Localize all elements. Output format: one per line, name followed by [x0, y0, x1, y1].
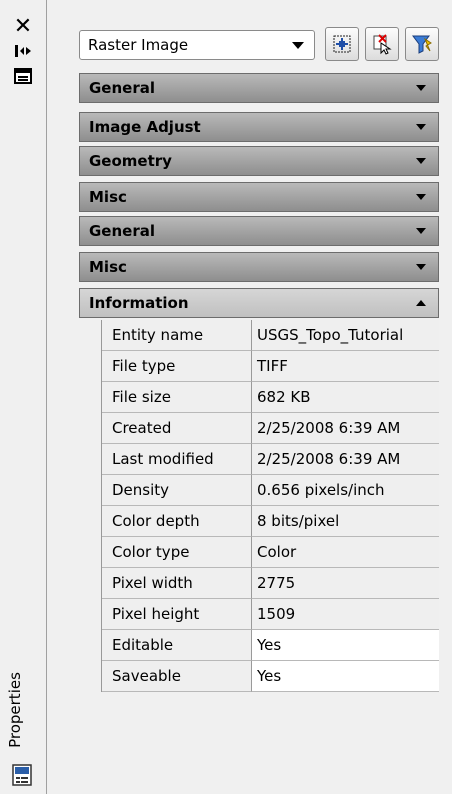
chevron-up-icon — [416, 300, 426, 306]
property-value[interactable]: 682 KB — [252, 382, 439, 413]
chevron-down-icon — [416, 85, 426, 91]
section-image-adjust[interactable]: Image Adjust — [79, 112, 439, 142]
chevron-down-icon — [416, 264, 426, 270]
section-misc[interactable]: Misc — [79, 182, 439, 212]
property-name: File size — [102, 382, 252, 413]
section-label: Misc — [89, 258, 127, 276]
property-value[interactable]: 2/25/2008 6:39 AM — [252, 413, 439, 444]
property-name: File type — [102, 351, 252, 382]
section-general-2[interactable]: General — [79, 216, 439, 246]
properties-menu-icon[interactable] — [8, 63, 38, 89]
table-row[interactable]: File type TIFF — [102, 351, 439, 382]
properties-panel: Raster Image General Image Adjust Geomet… — [46, 0, 452, 794]
property-name: Pixel width — [102, 568, 252, 599]
table-row[interactable]: Editable Yes — [102, 630, 439, 661]
table-row[interactable]: Color type Color — [102, 537, 439, 568]
property-name: Last modified — [102, 444, 252, 475]
chevron-down-icon — [292, 42, 304, 49]
palette-title: Properties — [2, 660, 28, 760]
chevron-down-icon — [416, 124, 426, 130]
quick-select-icon — [412, 35, 432, 54]
property-name: Density — [102, 475, 252, 506]
table-row[interactable]: Pixel height 1509 — [102, 599, 439, 630]
chevron-down-icon — [416, 194, 426, 200]
table-row[interactable]: Color depth 8 bits/pixel — [102, 506, 439, 537]
toggle-pickadd-icon — [333, 35, 351, 53]
table-row[interactable]: Created 2/25/2008 6:39 AM — [102, 413, 439, 444]
section-general[interactable]: General — [79, 73, 439, 103]
select-objects-icon — [373, 34, 392, 55]
table-row[interactable]: Last modified 2/25/2008 6:39 AM — [102, 444, 439, 475]
property-value[interactable]: TIFF — [252, 351, 439, 382]
table-row[interactable]: Saveable Yes — [102, 661, 439, 692]
property-value[interactable]: 1509 — [252, 599, 439, 630]
property-value[interactable]: 8 bits/pixel — [252, 506, 439, 537]
toggle-pickadd-button[interactable] — [325, 27, 359, 61]
palette-title-text: Properties — [6, 672, 24, 748]
property-name: Editable — [102, 630, 252, 661]
property-value[interactable]: 2/25/2008 6:39 AM — [252, 444, 439, 475]
close-icon[interactable]: ✕ — [8, 14, 38, 40]
section-geometry[interactable]: Geometry — [79, 146, 439, 176]
property-value[interactable]: USGS_Topo_Tutorial — [252, 320, 439, 351]
property-name: Created — [102, 413, 252, 444]
section-misc-2[interactable]: Misc — [79, 252, 439, 282]
chevron-down-icon — [416, 158, 426, 164]
property-value[interactable]: Color — [252, 537, 439, 568]
property-name: Saveable — [102, 661, 252, 692]
property-value[interactable]: 0.656 pixels/inch — [252, 475, 439, 506]
object-type-dropdown[interactable]: Raster Image — [79, 30, 315, 60]
property-value[interactable]: 2775 — [252, 568, 439, 599]
property-name: Color depth — [102, 506, 252, 537]
section-label: Misc — [89, 188, 127, 206]
palette-title-bar: ✕ Properties — [0, 0, 46, 794]
section-label: Geometry — [89, 152, 172, 170]
object-type-value: Raster Image — [88, 36, 189, 54]
quick-select-button[interactable] — [405, 27, 439, 61]
saveable-value[interactable]: Yes — [252, 661, 439, 692]
table-row[interactable]: Entity name USGS_Topo_Tutorial — [102, 320, 439, 351]
table-row[interactable]: Density 0.656 pixels/inch — [102, 475, 439, 506]
chevron-down-icon — [416, 228, 426, 234]
property-name: Entity name — [102, 320, 252, 351]
information-table: Entity name USGS_Topo_Tutorial File type… — [101, 320, 439, 692]
table-row[interactable]: Pixel width 2775 — [102, 568, 439, 599]
section-label: Information — [89, 294, 189, 312]
properties-icon — [12, 764, 32, 786]
editable-value[interactable]: Yes — [252, 630, 439, 661]
select-objects-button[interactable] — [365, 27, 399, 61]
table-row[interactable]: File size 682 KB — [102, 382, 439, 413]
auto-hide-icon[interactable] — [8, 38, 38, 64]
section-label: General — [89, 79, 155, 97]
property-name: Color type — [102, 537, 252, 568]
properties-toolbar: Raster Image — [79, 27, 439, 61]
section-label: General — [89, 222, 155, 240]
property-name: Pixel height — [102, 599, 252, 630]
section-information[interactable]: Information — [79, 288, 439, 318]
section-label: Image Adjust — [89, 118, 201, 136]
